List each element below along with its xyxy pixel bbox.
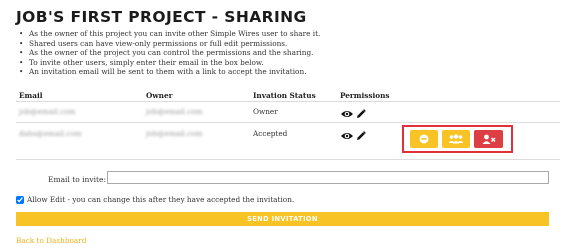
email-invite-input[interactable] [107, 171, 549, 184]
divider [16, 159, 560, 160]
row-status: Owner [253, 107, 278, 116]
info-list: As the owner of this project you can inv… [19, 29, 320, 77]
pencil-icon[interactable] [356, 131, 366, 141]
row-email: dabs@email.com [19, 129, 82, 138]
header-owner: Owner [146, 91, 173, 100]
page-title: JOB'S FIRST PROJECT - SHARING [16, 8, 307, 26]
remove-user-icon [482, 134, 495, 144]
eye-icon[interactable] [340, 131, 354, 141]
send-invitation-button[interactable]: SEND INVITATION [16, 212, 549, 226]
row-owner: job@email.com [146, 107, 203, 116]
users-icon [448, 134, 464, 144]
info-item: As the owner of this project you can inv… [19, 29, 320, 39]
divider [16, 122, 560, 123]
header-email: Email [19, 91, 43, 100]
table-header: Email Owner Invation Status Permissions [0, 91, 576, 100]
row-email: job@email.com [19, 107, 76, 116]
info-item: Shared users can have view-only permissi… [19, 39, 320, 49]
row-status: Accepted [253, 129, 288, 138]
divider [16, 101, 560, 102]
pencil-icon[interactable] [356, 109, 366, 119]
row-actions [402, 125, 513, 153]
minus-circle-icon [419, 134, 429, 144]
info-item: An invitation email will be sent to them… [19, 67, 320, 77]
back-to-dashboard-link[interactable]: Back to Dashboard [16, 236, 86, 245]
invite-label: Email to invite: [48, 175, 106, 184]
allow-edit-label: Allow Edit - you can change this after t… [27, 195, 295, 204]
row-permissions [340, 109, 366, 119]
header-status: Invation Status [253, 91, 316, 100]
row-permissions [340, 131, 366, 141]
row-owner: job@email.com [146, 129, 203, 138]
revoke-button[interactable] [410, 130, 438, 148]
info-item: As the owner of the project you can cont… [19, 48, 320, 58]
allow-edit-row: Allow Edit - you can change this after t… [16, 195, 294, 204]
header-permissions: Permissions [340, 91, 390, 100]
eye-icon[interactable] [340, 109, 354, 119]
manage-users-button[interactable] [442, 130, 470, 148]
allow-edit-checkbox[interactable] [16, 195, 24, 204]
info-item: To invite other users, simply enter thei… [19, 58, 320, 68]
remove-user-button[interactable] [474, 130, 503, 148]
